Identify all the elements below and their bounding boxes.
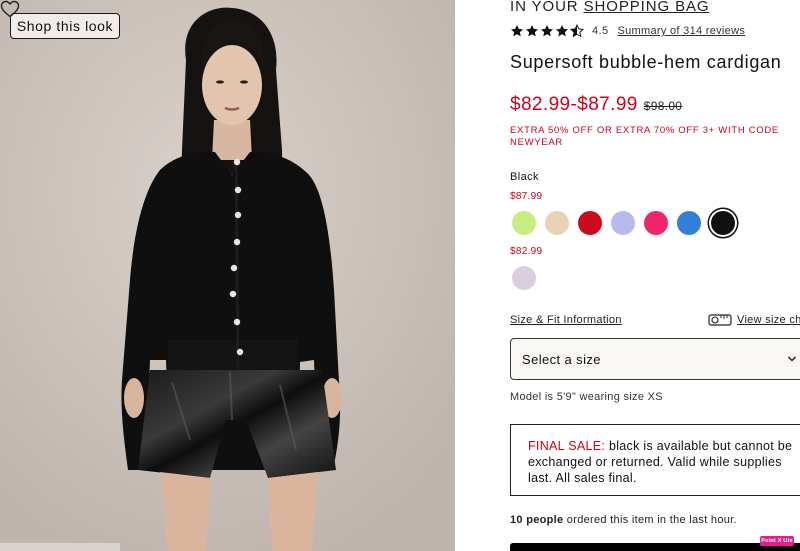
rating-stars [510, 24, 584, 38]
size-fit-info-link[interactable]: Size & Fit Information [510, 314, 622, 326]
swatch-group-price: $87.99 [510, 191, 543, 202]
color-swatch-lime[interactable] [512, 211, 536, 235]
original-price: $98.00 [643, 99, 683, 113]
recent-orders-count: 10 people [510, 514, 564, 526]
price-row: $82.99-$87.99 $98.00 [510, 94, 682, 116]
star-full-icon [555, 25, 569, 37]
product-title: Supersoft bubble-hem cardigan [510, 52, 782, 72]
chevron-down-icon [787, 356, 797, 362]
star-full-icon [510, 25, 524, 37]
final-sale-text: FINAL SALE: black is available but canno… [528, 438, 798, 486]
product-rating[interactable]: 4.5 Summary of 314 reviews [510, 22, 745, 40]
color-swatch-periwinkle[interactable] [611, 211, 635, 235]
product-photo[interactable]: Shop this look [0, 0, 455, 551]
shop-this-look-button[interactable]: Shop this look [10, 13, 120, 39]
promo-message: EXTRA 50% OFF OR EXTRA 70% OFF 3+ WITH C… [510, 125, 779, 148]
color-swatch-hot-pink[interactable] [644, 211, 668, 235]
browser-extension-badge[interactable]: Point X Ute [760, 536, 794, 546]
model-illustration [0, 0, 455, 551]
reviews-summary-link[interactable]: Summary of 314 reviews [618, 25, 746, 37]
shopping-bag-link[interactable]: SHOPPING BAG [584, 0, 710, 15]
view-size-chart-label: View size cha [737, 314, 800, 326]
model-size-note: Model is 5'9" wearing size XS [510, 391, 663, 403]
color-swatch-black-selected[interactable] [711, 211, 735, 235]
final-sale-notice: FINAL SALE: black is available but canno… [510, 424, 800, 496]
rating-value: 4.5 [592, 25, 609, 37]
color-swatch-beige[interactable] [545, 211, 569, 235]
selected-color-label: Black [510, 171, 539, 183]
sale-price: $82.99-$87.99 [510, 94, 638, 115]
tape-measure-icon [708, 314, 732, 326]
add-to-bag-button[interactable] [510, 543, 800, 551]
recent-orders-notice: 10 people ordered this item in the last … [510, 514, 737, 526]
bag-prefix: IN YOUR [510, 0, 579, 15]
swatch-group-price: $82.99 [510, 246, 543, 257]
final-sale-label: FINAL SALE: [528, 439, 606, 453]
color-swatch-lilac[interactable] [512, 266, 536, 290]
color-swatch-blue[interactable] [677, 211, 701, 235]
in-shopping-bag-notice: IN YOUR SHOPPING BAG [510, 0, 709, 15]
size-select-placeholder: Select a size [522, 351, 601, 367]
product-details-panel: IN YOUR SHOPPING BAG 4.5 Summary of 314 … [455, 0, 800, 551]
color-swatch-red[interactable] [578, 211, 602, 235]
star-full-icon [525, 25, 539, 37]
heart-outline-icon[interactable] [0, 0, 20, 18]
view-size-chart-link[interactable]: View size cha [708, 312, 800, 328]
star-full-icon [540, 25, 554, 37]
recent-orders-text: ordered this item in the last hour. [563, 514, 737, 526]
star-half-icon [570, 24, 584, 38]
size-select-dropdown[interactable]: Select a size [510, 338, 800, 380]
